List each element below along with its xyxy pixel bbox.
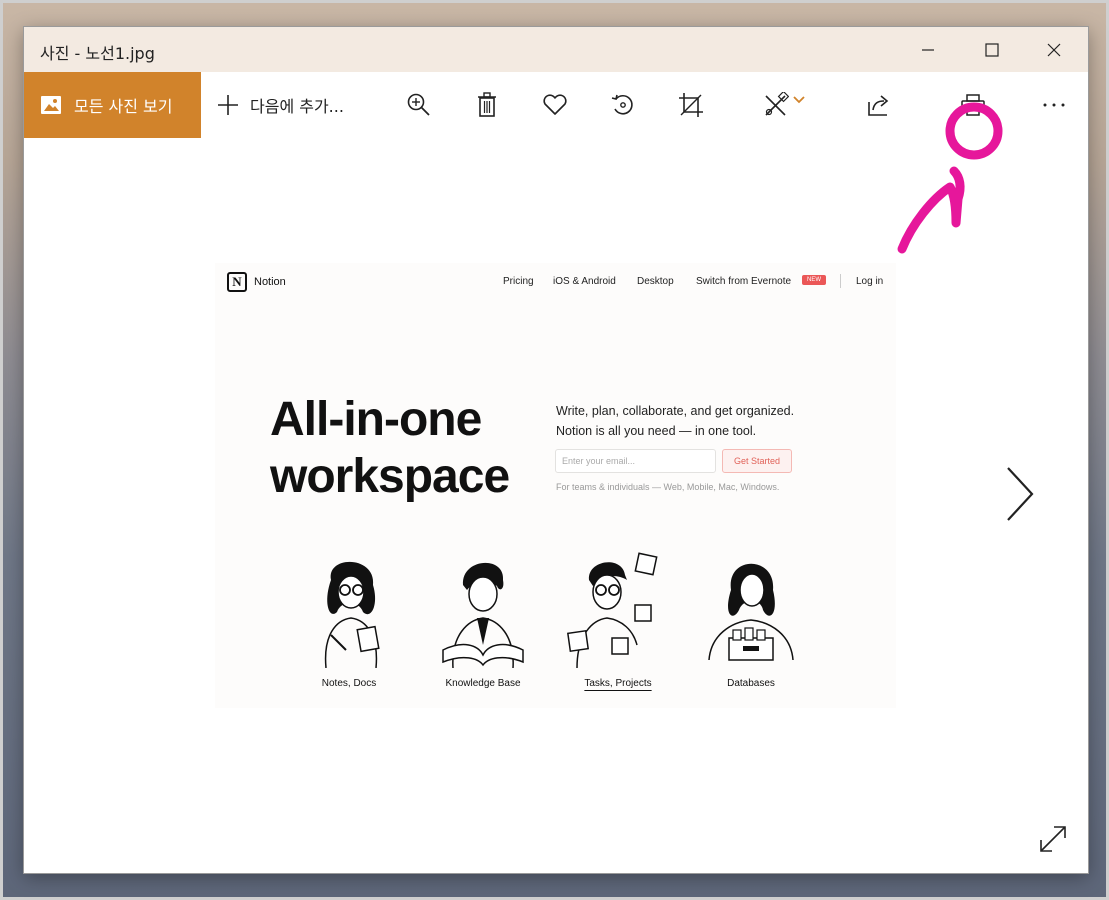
minimize-button[interactable] <box>898 27 958 72</box>
email-input-image: Enter your email... <box>555 449 716 473</box>
maximize-icon <box>985 42 999 57</box>
tasks-projects-illustration <box>567 552 658 668</box>
hero-line-1: All-in-one <box>270 393 482 446</box>
edit-create-icon <box>765 92 789 116</box>
window-title: 사진 - 노선1.jpg <box>40 44 155 63</box>
rotate-icon <box>611 94 633 115</box>
notes-docs-illustration <box>324 561 380 668</box>
nav-ios-android: iOS & Android <box>553 276 616 287</box>
caption-tasks-projects: Tasks, Projects <box>584 678 652 689</box>
caption-databases: Databases <box>727 678 775 689</box>
rotate-button[interactable] <box>608 90 638 120</box>
nav-pricing: Pricing <box>503 276 534 287</box>
new-badge: NEW <box>802 275 826 285</box>
nav-switch-evernote: Switch from Evernote <box>696 276 792 287</box>
photos-app-window: 사진 - 노선1.jpg 모든 사진 보기 다음에 추가... N Notion… <box>24 27 1088 873</box>
subtitle-line-1: Write, plan, collaborate, and get organi… <box>556 404 795 418</box>
crop-button[interactable] <box>676 90 706 120</box>
add-to-button[interactable]: 다음에 추가... <box>216 72 344 138</box>
chevron-down-icon <box>793 96 805 104</box>
zoom-in-icon <box>407 93 430 116</box>
hero-heading: All-in-one workspace <box>270 391 570 505</box>
add-to-label: 다음에 추가... <box>250 97 344 116</box>
title-bar: 사진 - 노선1.jpg <box>24 27 1088 72</box>
next-image-arrow-icon[interactable] <box>1002 464 1038 524</box>
get-started-image: Get Started <box>722 449 792 473</box>
heart-icon <box>543 94 567 115</box>
favorite-button[interactable] <box>540 90 570 120</box>
more-options-button[interactable] <box>1039 90 1069 120</box>
caption-notes-docs: Notes, Docs <box>321 678 377 689</box>
notion-brand: Notion <box>254 276 286 288</box>
nav-login: Log in <box>856 276 884 287</box>
nav-divider <box>840 274 841 288</box>
close-button[interactable] <box>1024 27 1084 72</box>
knowledge-base-illustration <box>442 562 524 668</box>
caption-knowledge-base: Knowledge Base <box>445 678 521 689</box>
minimize-icon <box>922 48 934 51</box>
photo-gallery-icon <box>41 96 61 114</box>
close-icon <box>1047 43 1061 56</box>
share-icon <box>868 95 889 116</box>
print-highlight-annotation <box>897 102 1003 254</box>
see-all-photos-label: 모든 사진 보기 <box>74 97 173 116</box>
nav-desktop: Desktop <box>637 276 674 287</box>
more-icon <box>1043 103 1065 107</box>
displayed-photo: N Notion Pricing iOS & Android Desktop S… <box>215 263 896 708</box>
notion-logo: N <box>227 272 247 292</box>
crop-icon <box>679 93 703 117</box>
subtitle-line-2: Notion is all you need — in one tool. <box>556 424 757 438</box>
delete-button[interactable] <box>472 90 502 120</box>
hero-line-2: workspace <box>270 450 510 503</box>
plus-icon <box>218 95 238 115</box>
platform-note: For teams & individuals — Web, Mobile, M… <box>556 482 780 492</box>
see-all-photos-button[interactable]: 모든 사진 보기 <box>24 72 201 138</box>
maximize-button[interactable] <box>962 27 1022 72</box>
databases-illustration <box>708 563 794 661</box>
fullscreen-expand-icon[interactable] <box>1038 824 1068 854</box>
zoom-button[interactable] <box>404 90 434 120</box>
share-button[interactable] <box>864 90 894 120</box>
trash-icon <box>478 92 496 117</box>
edit-create-button[interactable] <box>759 90 809 120</box>
hero-subtitle: Write, plan, collaborate, and get organi… <box>556 401 794 441</box>
